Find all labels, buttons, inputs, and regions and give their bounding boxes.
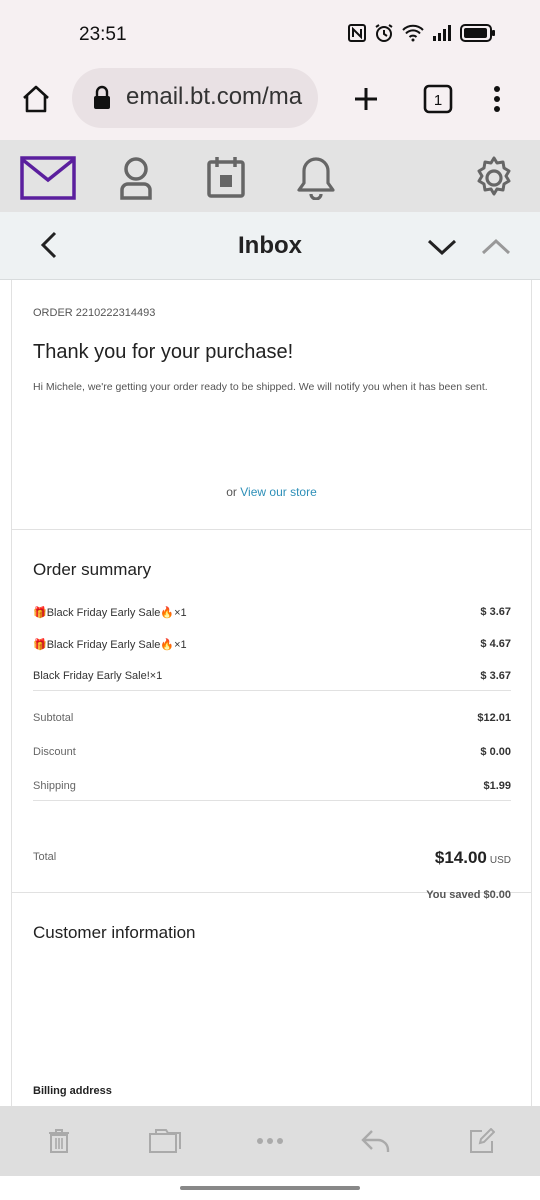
mail-action-bar <box>0 1106 540 1176</box>
email-heading: Thank you for your purchase! <box>33 341 294 363</box>
order-confirmation-card: ORDER 2210222314493 Thank you for your p… <box>11 280 532 530</box>
subtotal-label: Subtotal <box>33 712 74 724</box>
total-label: Total <box>33 851 57 863</box>
total-value-wrap: $14.00 USD <box>435 848 511 868</box>
discount-row: Discount $ 0.00 <box>33 746 511 766</box>
page-title: Inbox <box>238 232 302 259</box>
reply-icon[interactable] <box>361 1128 391 1154</box>
status-time: 23:51 <box>79 24 127 45</box>
email-body: ORDER 2210222314493 Thank you for your p… <box>0 280 540 1106</box>
line-item: Black Friday Early Sale!×1 $ 3.67 <box>33 670 511 690</box>
shipping-row: Shipping $1.99 <box>33 780 511 800</box>
divider <box>33 800 511 801</box>
trash-icon[interactable] <box>48 1128 70 1154</box>
gesture-nav-bar <box>0 1176 540 1200</box>
tab-switcher-button[interactable]: 1 <box>423 83 453 115</box>
app-nav-bar <box>0 140 540 212</box>
mail-icon[interactable] <box>20 156 76 200</box>
item-name: Black Friday Early Sale!×1 <box>33 670 163 682</box>
status-icons <box>348 23 496 43</box>
item-name: 🎁Black Friday Early Sale🔥×1 <box>33 607 187 619</box>
item-name: 🎁Black Friday Early Sale🔥×1 <box>33 639 187 651</box>
tab-count: 1 <box>434 92 442 109</box>
wifi-icon <box>402 24 424 42</box>
customer-info-title: Customer information <box>33 923 196 942</box>
shipping-label: Shipping <box>33 780 76 792</box>
order-summary-title: Order summary <box>33 560 152 579</box>
alarm-icon <box>375 24 393 42</box>
customer-info-card: Customer information Billing address <box>11 893 532 1106</box>
status-bar: 23:51 <box>0 0 540 68</box>
total-value: $14.00 <box>434 848 487 867</box>
nfc-icon <box>348 24 366 42</box>
total-currency: USD <box>489 855 511 866</box>
url-text: email.bt.com/ma <box>126 83 303 110</box>
divider <box>33 690 511 691</box>
compose-icon[interactable] <box>469 1128 495 1154</box>
item-price: $ 4.67 <box>480 638 511 650</box>
folder-move-icon[interactable] <box>149 1128 181 1154</box>
item-price: $ 3.67 <box>480 606 511 618</box>
new-tab-icon[interactable] <box>350 83 382 115</box>
line-item: 🎁Black Friday Early Sale🔥×1 $ 3.67 <box>33 606 511 626</box>
home-indicator[interactable] <box>180 1186 360 1190</box>
home-icon[interactable] <box>20 83 52 115</box>
settings-gear-icon[interactable] <box>472 156 516 200</box>
mail-header: Inbox <box>0 212 540 280</box>
calendar-icon[interactable] <box>206 156 246 200</box>
browser-toolbar: email.bt.com/ma 1 <box>0 68 540 140</box>
address-bar[interactable]: email.bt.com/ma <box>72 68 318 128</box>
signal-icon <box>433 25 451 41</box>
notifications-icon[interactable] <box>296 156 336 200</box>
chevron-down-icon[interactable] <box>426 234 458 258</box>
store-prefix: or <box>226 485 241 499</box>
email-intro: Hi Michele, we're getting your order rea… <box>33 381 488 393</box>
billing-address-label: Billing address <box>33 1085 112 1097</box>
discount-value: $ 0.00 <box>480 746 511 758</box>
subtotal-row: Subtotal $12.01 <box>33 712 511 732</box>
discount-label: Discount <box>33 746 76 758</box>
item-price: $ 3.67 <box>480 670 511 682</box>
more-vert-icon[interactable] <box>485 83 509 115</box>
chevron-up-icon[interactable] <box>480 234 512 258</box>
lock-icon <box>94 85 110 109</box>
order-number: ORDER 2210222314493 <box>33 307 156 319</box>
battery-icon <box>460 24 495 42</box>
contacts-icon[interactable] <box>118 156 154 200</box>
shipping-value: $1.99 <box>483 780 511 792</box>
order-summary-card: Order summary 🎁Black Friday Early Sale🔥×… <box>11 530 532 901</box>
subtotal-value: $12.01 <box>477 712 511 724</box>
view-store-link[interactable]: View our store <box>240 485 316 499</box>
line-item: 🎁Black Friday Early Sale🔥×1 $ 4.67 <box>33 638 511 658</box>
more-horiz-icon[interactable] <box>256 1136 284 1146</box>
store-line: or View our store <box>12 485 531 499</box>
